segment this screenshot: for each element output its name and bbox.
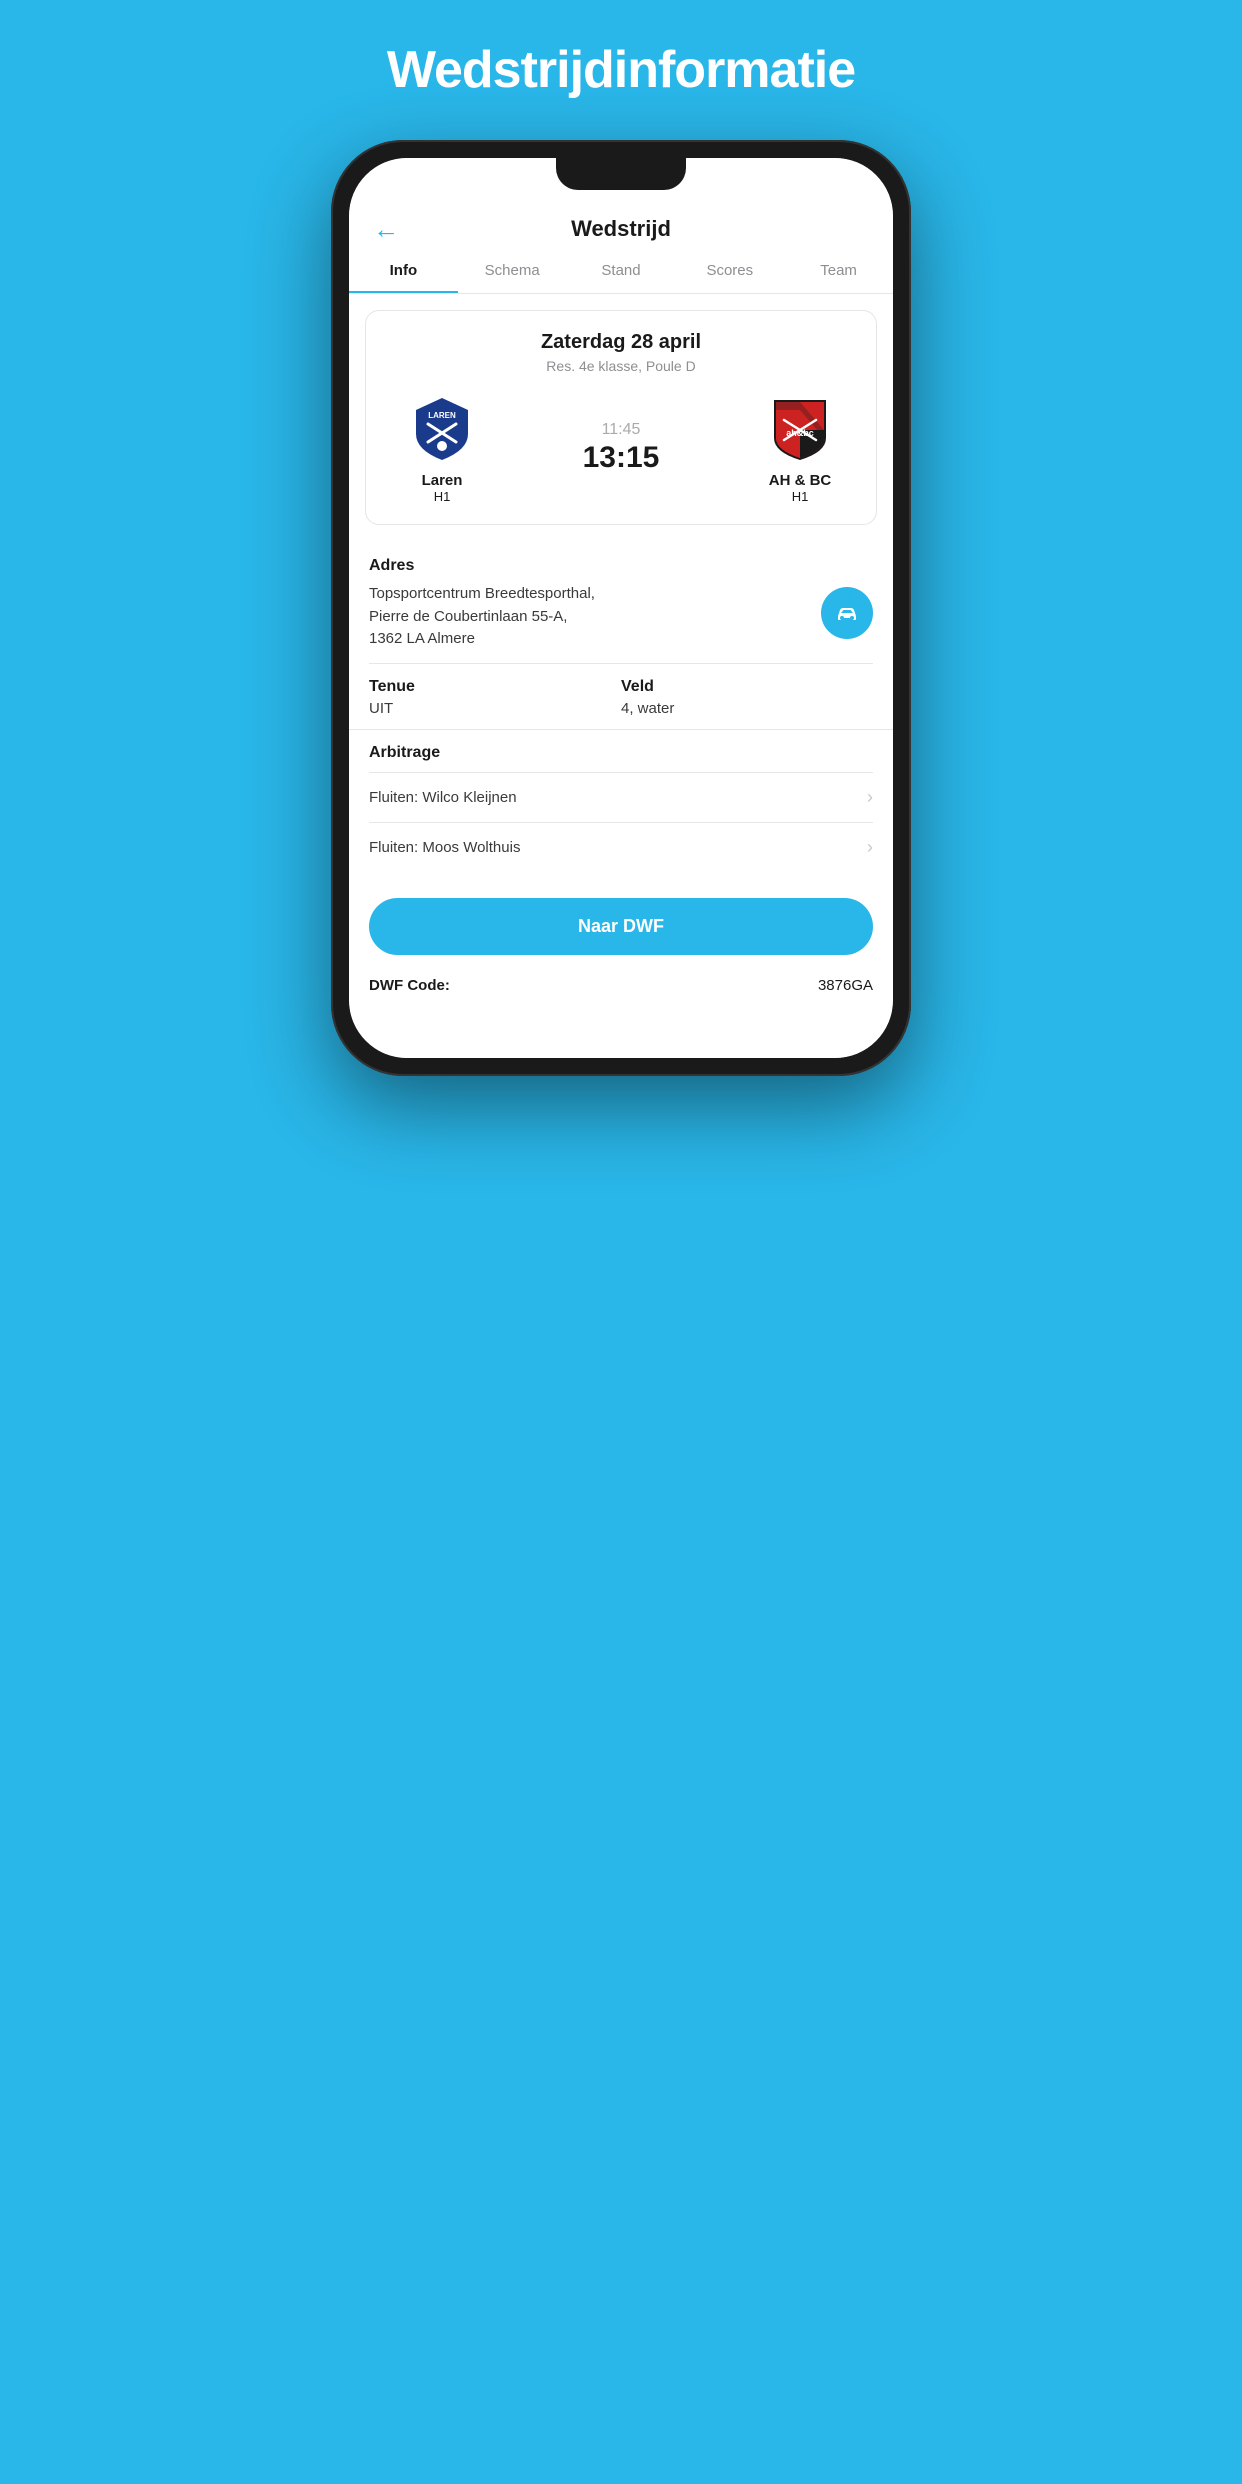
referee-2-chevron: › — [867, 837, 873, 858]
page-background-title: Wedstrijdinformatie — [387, 40, 855, 100]
address-text: Topsportcentrum Breedtesporthal, Pierre … — [369, 583, 809, 651]
dwf-code-label: DWF Code: — [369, 977, 450, 994]
referee-1-text: Fluiten: Wilco Kleijnen — [369, 789, 517, 806]
arbitrage-section: Arbitrage Fluiten: Wilco Kleijnen › Flui… — [349, 730, 893, 880]
address-line1: Topsportcentrum Breedtesporthal, — [369, 585, 595, 602]
phone-notch — [556, 158, 686, 190]
match-card: Zaterdag 28 april Res. 4e klasse, Poule … — [365, 310, 877, 525]
home-team: LAREN Laren H1 — [382, 392, 502, 504]
match-league: Res. 4e klasse, Poule D — [382, 358, 860, 374]
match-time-prev: 11:45 — [602, 421, 641, 439]
dwf-btn-wrap: Naar DWF — [349, 880, 893, 965]
tab-schema[interactable]: Schema — [458, 250, 567, 293]
address-row: Topsportcentrum Breedtesporthal, Pierre … — [369, 583, 873, 663]
naar-dwf-button[interactable]: Naar DWF — [369, 898, 873, 955]
tenue-col: Tenue UIT — [369, 678, 621, 717]
referee-2-row[interactable]: Fluiten: Moos Wolthuis › — [369, 822, 873, 872]
tab-info[interactable]: Info — [349, 250, 458, 293]
referee-2-text: Fluiten: Moos Wolthuis — [369, 839, 520, 856]
home-team-sub: H1 — [434, 489, 451, 504]
address-line2: Pierre de Coubertinlaan 55-A, — [369, 608, 567, 625]
home-team-name: Laren — [422, 472, 463, 489]
laren-logo: LAREN — [406, 392, 478, 464]
back-button[interactable]: ← — [373, 214, 399, 245]
match-teams: LAREN Laren H1 11:45 13:15 — [382, 392, 860, 504]
phone-inner: ← Wedstrijd Info Schema Stand Scores Tea… — [349, 158, 893, 1058]
address-label: Adres — [369, 557, 873, 575]
veld-col: Veld 4, water — [621, 678, 873, 717]
car-icon — [834, 600, 860, 626]
tab-stand[interactable]: Stand — [567, 250, 676, 293]
away-team-name: AH & BC — [769, 472, 832, 489]
arbitrage-title: Arbitrage — [369, 744, 873, 762]
app-content: ← Wedstrijd Info Schema Stand Scores Tea… — [349, 158, 893, 1058]
dwf-code-row: DWF Code: 3876GA — [349, 965, 893, 1014]
tenue-label: Tenue — [369, 678, 621, 696]
match-time-main: 13:15 — [583, 441, 660, 475]
tabs-bar: Info Schema Stand Scores Team — [349, 250, 893, 294]
referee-1-chevron: › — [867, 787, 873, 808]
tab-scores[interactable]: Scores — [675, 250, 784, 293]
header-title: Wedstrijd — [571, 216, 671, 242]
veld-label: Veld — [621, 678, 873, 696]
svg-text:LAREN: LAREN — [428, 411, 456, 420]
tenue-veld-row: Tenue UIT Veld 4, water — [349, 664, 893, 729]
tab-team[interactable]: Team — [784, 250, 893, 293]
veld-value: 4, water — [621, 700, 873, 717]
referee-1-row[interactable]: Fluiten: Wilco Kleijnen › — [369, 772, 873, 822]
address-section: Adres Topsportcentrum Breedtesporthal, P… — [349, 541, 893, 663]
header-bar: ← Wedstrijd — [349, 200, 893, 250]
away-team: ah&bc AH & BC H1 — [740, 392, 860, 504]
address-line3: 1362 LA Almere — [369, 630, 475, 647]
dwf-code-value: 3876GA — [818, 977, 873, 994]
away-team-sub: H1 — [792, 489, 809, 504]
ahbc-logo: ah&bc — [764, 392, 836, 464]
score-center: 11:45 13:15 — [502, 421, 740, 475]
phone-shell: ← Wedstrijd Info Schema Stand Scores Tea… — [331, 140, 911, 1076]
navigation-button[interactable] — [821, 587, 873, 639]
tenue-value: UIT — [369, 700, 621, 717]
match-date: Zaterdag 28 april — [382, 331, 860, 354]
svg-text:ah&bc: ah&bc — [786, 428, 814, 438]
